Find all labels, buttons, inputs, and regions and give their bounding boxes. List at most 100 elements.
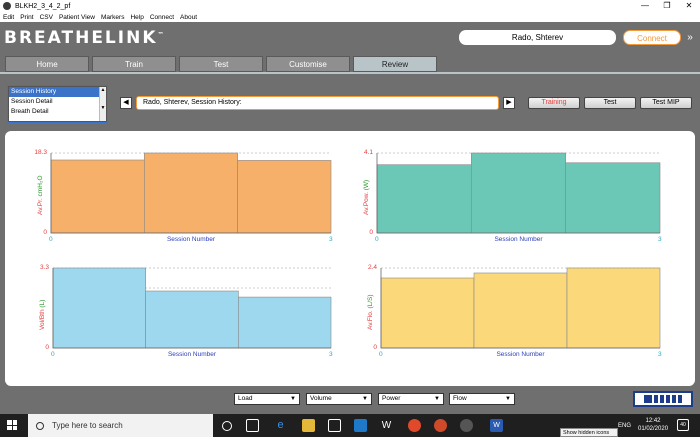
test-mip-button[interactable]: Test MIP (640, 97, 692, 109)
notification-icon[interactable]: 40 (677, 419, 689, 431)
connect-button[interactable]: Connect (623, 30, 681, 45)
x-tick-right: 3 (329, 236, 333, 243)
menu-connect[interactable]: Connect (150, 14, 174, 21)
logo-text: BREATHELINK (4, 28, 158, 48)
menu-edit[interactable]: Edit (3, 14, 14, 21)
chevron-down-icon: ▼ (362, 396, 368, 402)
chart-bar (237, 160, 332, 234)
x-tick-left: 0 (375, 236, 379, 243)
search-icon (36, 421, 44, 430)
x-axis-label: Session Number (166, 236, 216, 243)
chart-plot-area (376, 152, 661, 234)
y-axis-unit: cmH₂O (37, 175, 44, 199)
volume-dropdown-label: Volume (310, 395, 332, 402)
task-view-icon[interactable] (246, 419, 259, 432)
menu-patient-view[interactable]: Patient View (59, 14, 95, 21)
winword-w-icon[interactable]: W (380, 419, 393, 432)
chart-plot-area (50, 152, 332, 234)
x-tick-left: 0 (51, 351, 55, 358)
y-tick-top: 2.4 (367, 264, 377, 271)
app-header: BREATHELINK™ Rado, Shterev Connect » (0, 22, 700, 55)
y-axis-quantity: Vol/Bth (39, 309, 46, 330)
window-title: BLKH2_3_4_2_pf (15, 2, 71, 10)
menu-print[interactable]: Print (20, 14, 33, 21)
power-dropdown-label: Power (382, 395, 401, 402)
main-tabs: Home Train Test Customise Review (0, 56, 700, 72)
power-dropdown[interactable]: Power ▼ (378, 393, 444, 405)
double-chevron-icon[interactable]: » (684, 32, 696, 44)
volume-dropdown[interactable]: Volume ▼ (306, 393, 372, 405)
y-tick-top: 3.3 (39, 264, 49, 271)
menu-markers[interactable]: Markers (101, 14, 124, 21)
y-axis-quantity: Av.Pr. (37, 198, 44, 215)
tab-customise[interactable]: Customise (266, 56, 350, 72)
tab-review[interactable]: Review (353, 56, 437, 72)
word-icon[interactable]: W (490, 419, 503, 432)
layout-toggle-button[interactable] (633, 391, 693, 407)
chrome-icon[interactable] (408, 419, 421, 432)
training-button[interactable]: Training (528, 97, 580, 109)
test-button[interactable]: Test (584, 97, 636, 109)
next-arrow-button[interactable]: ▶ (503, 97, 515, 109)
y-axis-unit: (L) (39, 299, 46, 310)
menu-bar: Edit Print CSV Patient View Markers Help… (0, 12, 700, 22)
y-tick-bottom: 0 (45, 344, 49, 351)
y-axis-unit: (W) (363, 179, 370, 193)
layout-bar-icon (672, 395, 676, 403)
tab-train[interactable]: Train (92, 56, 176, 72)
x-axis-label: Session Number (494, 236, 543, 243)
clock-time: 12:42 (645, 418, 661, 424)
chart-bar (473, 272, 568, 349)
y-tick-bottom: 0 (369, 229, 373, 236)
load-dropdown[interactable]: Load ▼ (234, 393, 300, 405)
chart-bar (50, 159, 145, 234)
history-type-listbox[interactable]: Session History Session Detail Breath De… (8, 86, 107, 122)
taskbar-clock[interactable]: 12:42 01/02/2020 (638, 417, 668, 433)
maximize-button[interactable]: ❐ (656, 0, 678, 12)
chart-bar (144, 152, 238, 234)
y-tick-top: 4.1 (363, 149, 373, 156)
tab-test[interactable]: Test (179, 56, 263, 72)
bottom-controls: Load ▼ Volume ▼ Power ▼ Flow ▼ (0, 391, 700, 407)
dropbox-icon[interactable] (354, 419, 367, 432)
previous-arrow-button[interactable]: ◀ (120, 97, 132, 109)
hidden-icons-tooltip: Show hidden icons (560, 428, 618, 437)
pressure-chart: 18.3 0 0 3 Session Number Av.Pr. cmH₂O (34, 149, 332, 243)
y-tick-bottom: 0 (43, 229, 47, 236)
layout-bar-icon (678, 395, 682, 403)
x-tick-right: 3 (658, 351, 662, 358)
x-tick-right: 3 (329, 351, 333, 358)
flow-dropdown[interactable]: Flow ▼ (449, 393, 515, 405)
layout-bar-icon (666, 395, 670, 403)
list-item-session-detail[interactable]: Session Detail (9, 97, 99, 107)
powerpoint-icon[interactable] (434, 419, 447, 432)
close-button[interactable]: ✕ (678, 0, 700, 12)
chart-plot-area (380, 267, 661, 349)
y-axis-quantity: Av.Pow. (363, 192, 370, 215)
windows-start-icon[interactable] (7, 420, 17, 430)
menu-about[interactable]: About (180, 14, 197, 21)
minimize-button[interactable]: — (634, 0, 656, 12)
file-explorer-icon[interactable] (302, 419, 315, 432)
clock-date: 01/02/2020 (638, 426, 669, 432)
load-dropdown-label: Load (238, 395, 253, 402)
listbox-scrollbar[interactable]: ▲ ▼ (99, 87, 106, 121)
breathelink-logo: BREATHELINK™ (4, 28, 166, 48)
list-item-session-history[interactable]: Session History (9, 87, 99, 97)
menu-csv[interactable]: CSV (40, 14, 53, 21)
chart-plot-area (52, 267, 332, 349)
flow-chart: 2.4 0 0 3 Session Number Av.Flo. (L/S) (367, 264, 662, 358)
breathelink-app-icon[interactable] (460, 419, 473, 432)
tab-underline (0, 72, 700, 74)
tab-home[interactable]: Home (5, 56, 89, 72)
store-icon[interactable] (328, 419, 341, 432)
menu-help[interactable]: Help (130, 14, 143, 21)
cortana-icon[interactable] (222, 421, 232, 431)
y-axis-quantity: Av.Flo. (367, 310, 374, 330)
list-item-breath-detail[interactable]: Breath Detail (9, 107, 99, 117)
layout-bar-icon (654, 395, 658, 403)
x-tick-left: 0 (49, 236, 53, 243)
taskbar-search-box[interactable]: Type here to search (28, 414, 213, 437)
y-axis-label: Vol/Bth (L) (39, 300, 46, 330)
edge-browser-icon[interactable]: e (274, 419, 287, 432)
